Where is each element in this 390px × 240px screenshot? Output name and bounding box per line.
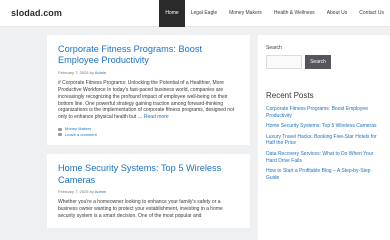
sidebar: Search Search Recent Posts Corporate Fit… [258, 35, 390, 240]
main-content: Corporate Fitness Programs: Boost Employ… [47, 35, 250, 240]
leave-comment-link[interactable]: Leave a comment [65, 132, 97, 138]
post-date[interactable]: February 7, 2025 [58, 189, 88, 194]
nav-item-legal-eagle[interactable]: Legal Eagle [185, 0, 223, 27]
site-title[interactable]: slodad.com [11, 8, 62, 18]
post-card: Home Security Systems: Top 5 Wireless Ca… [47, 154, 250, 228]
post-footer: Money Makers Leave a comment [58, 126, 239, 137]
recent-post-link[interactable]: Home Security Systems: Top 5 Wireless Ca… [266, 123, 382, 130]
search-form: Search [266, 55, 382, 69]
nav-item-home[interactable]: Home [159, 0, 185, 27]
post-excerpt: Whether you're a homeowner looking to en… [58, 199, 223, 220]
main-nav: Home Legal Eagle Money Makers Health & W… [159, 0, 390, 27]
post-date[interactable]: February 7, 2025 [58, 70, 88, 75]
folder-icon [58, 127, 62, 131]
recent-post-link[interactable]: How to Start a Profitable Blog – A Step-… [266, 168, 382, 181]
post-meta: February 7, 2025 by Admin [58, 70, 239, 75]
recent-post-link[interactable]: Data Recovery Services: What to Do When … [266, 151, 382, 164]
post-by: by [89, 189, 94, 195]
nav-item-contact-us[interactable]: Contact Us [353, 0, 390, 27]
post-excerpt: # Corporate Fitness Programs: Unlocking … [58, 80, 239, 121]
post-meta: February 7, 2025 by Admin [58, 189, 239, 194]
search-input[interactable] [266, 55, 302, 69]
search-button[interactable]: Search [305, 55, 331, 69]
nav-item-health-wellness[interactable]: Health & Wellness [268, 0, 321, 27]
recent-post-link[interactable]: Corporate Fitness Programs: Boost Employ… [266, 106, 382, 119]
comment-icon [58, 133, 62, 137]
recent-post-link[interactable]: Luxury Travel Hacks: Booking Five-Star H… [266, 134, 382, 147]
post-title[interactable]: Home Security Systems: Top 5 Wireless Ca… [58, 163, 239, 186]
post-by: by [89, 69, 94, 75]
nav-item-money-makers[interactable]: Money Makers [223, 0, 268, 27]
nav-item-about-us[interactable]: About Us [321, 0, 354, 27]
read-more-link[interactable]: Read more [144, 114, 169, 120]
post-title[interactable]: Corporate Fitness Programs: Boost Employ… [58, 44, 239, 67]
search-label: Search [266, 45, 282, 51]
post-author[interactable]: Admin [95, 70, 106, 75]
site-header: slodad.com Home Legal Eagle Money Makers… [0, 0, 390, 27]
post-author[interactable]: Admin [95, 189, 106, 194]
post-card: Corporate Fitness Programs: Boost Employ… [47, 35, 250, 146]
recent-posts-list: Corporate Fitness Programs: Boost Employ… [266, 106, 382, 181]
recent-posts-title: Recent Posts [266, 91, 314, 100]
